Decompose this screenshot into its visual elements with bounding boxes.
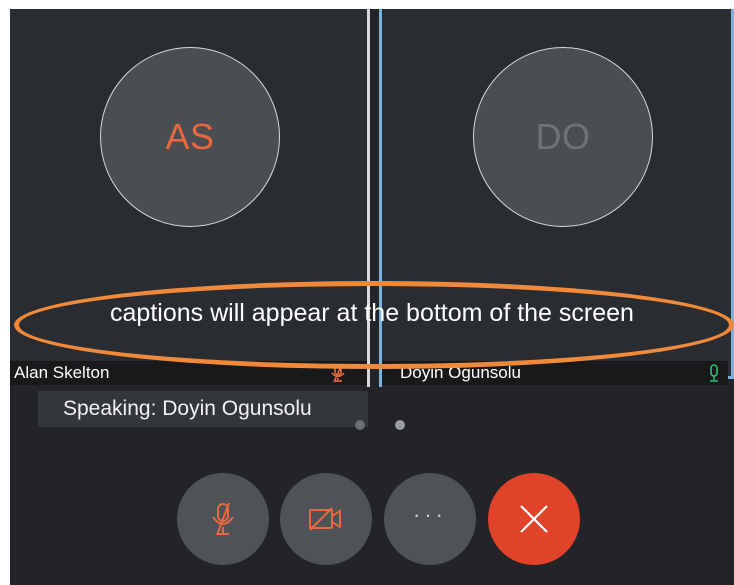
call-controls: ··· bbox=[10, 473, 734, 565]
end-call-button[interactable] bbox=[488, 473, 580, 565]
mute-button[interactable] bbox=[177, 473, 269, 565]
mic-muted-icon bbox=[212, 502, 234, 536]
more-options-button[interactable]: ··· bbox=[384, 473, 476, 565]
avatar-initials: DO bbox=[535, 116, 591, 157]
mic-active-icon bbox=[704, 363, 724, 383]
close-icon bbox=[520, 505, 548, 533]
camera-button[interactable] bbox=[280, 473, 372, 565]
camera-off-icon bbox=[309, 507, 341, 531]
avatar: AS bbox=[100, 47, 280, 227]
caption-highlight-ring bbox=[14, 281, 734, 369]
speaking-indicator: Speaking: Doyin Ogunsolu bbox=[38, 391, 368, 427]
more-icon: ··· bbox=[413, 502, 447, 527]
participant-name: Alan Skelton bbox=[14, 363, 110, 382]
avatar: DO bbox=[473, 47, 653, 227]
page-indicator[interactable] bbox=[350, 415, 410, 435]
call-stage: AS DO Alan Skelton Doyin Ogunsolu Speaki… bbox=[10, 9, 734, 585]
speaking-text: Speaking: Doyin Ogunsolu bbox=[63, 397, 312, 420]
avatar-initials: AS bbox=[165, 116, 215, 157]
